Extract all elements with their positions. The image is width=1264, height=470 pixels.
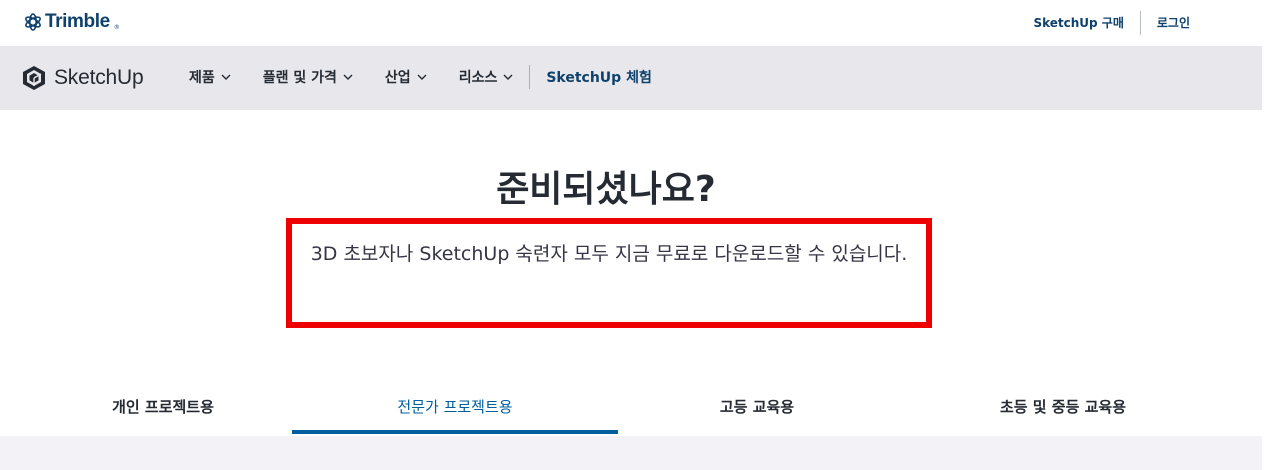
chevron-down-icon: [343, 74, 353, 80]
tab-higher-education[interactable]: 고등 교육용: [594, 382, 920, 436]
audience-tabs: 개인 프로젝트용 전문가 프로젝트용 고등 교육용 초등 및 중등 교육용: [0, 382, 1264, 436]
sketchup-cube-icon: [23, 66, 45, 90]
trimble-globe-icon: [25, 13, 41, 31]
trimble-trademark: ®: [113, 24, 120, 31]
chevron-down-icon: [417, 74, 427, 80]
top-utility-bar: Trimble ® SketchUp 구매 로그인: [0, 0, 1264, 46]
tab-professional[interactable]: 전문가 프로젝트용: [292, 382, 618, 436]
top-links: SketchUp 구매 로그인: [1033, 10, 1190, 35]
chevron-down-icon: [221, 74, 231, 80]
buy-sketchup-link[interactable]: SketchUp 구매: [1033, 14, 1123, 31]
sketchup-wordmark: SketchUp: [54, 66, 144, 89]
active-tab-indicator: [292, 430, 618, 434]
nav-item-plans-pricing[interactable]: 플랜 및 가격: [263, 67, 353, 87]
chevron-down-icon: [503, 74, 513, 80]
top-links-divider: [1139, 10, 1141, 35]
sketchup-logo[interactable]: SketchUp: [22, 65, 144, 91]
nav-item-label: 산업: [384, 70, 411, 86]
trimble-logo[interactable]: Trimble ®: [24, 11, 120, 32]
hero-subtitle: 3D 초보자나 SketchUp 숙련자 모두 지금 무료로 다운로드할 수 있…: [310, 243, 908, 265]
nav-item-resources[interactable]: 리소스: [459, 67, 514, 87]
page-title: 준비되셨나요?: [496, 169, 716, 210]
login-link[interactable]: 로그인: [1157, 14, 1190, 31]
highlight-box: [286, 218, 932, 328]
trimble-wordmark: Trimble: [45, 11, 110, 32]
try-sketchup-link[interactable]: SketchUp 체험: [546, 67, 652, 87]
tab-k12-education[interactable]: 초등 및 중등 교육용: [900, 382, 1226, 436]
nav-item-industries[interactable]: 산업: [385, 67, 427, 87]
nav-menu: 제품 플랜 및 가격 산업 리소스 SketchUp 체험: [189, 64, 652, 90]
nav-item-label: 제품: [189, 70, 215, 86]
main-navigation: SketchUp 제품 플랜 및 가격 산업 리소스 SketchUp 체험: [0, 46, 1264, 110]
nav-item-products[interactable]: 제품: [189, 67, 231, 87]
nav-item-label: 플랜 및 가격: [262, 70, 337, 86]
tab-content-area: [0, 436, 1264, 470]
nav-divider: [529, 65, 531, 89]
tab-personal[interactable]: 개인 프로젝트용: [0, 382, 326, 436]
nav-item-label: 리소스: [458, 70, 498, 86]
